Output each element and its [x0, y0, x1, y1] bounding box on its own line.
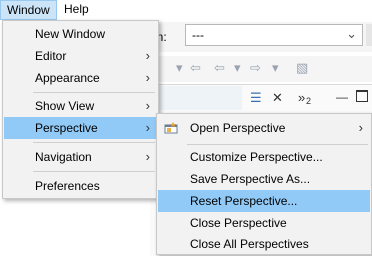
perspective-submenu: Open Perspective › Customize Perspective… [156, 113, 372, 255]
pin-editor-icon[interactable]: ▧ [296, 60, 308, 76]
menu-separator [33, 142, 155, 143]
chevron-right-icon: › [145, 149, 150, 164]
menu-item-label: Open Perspective [190, 121, 286, 135]
menu-item-label: Reset Perspective... [190, 194, 298, 208]
menu-item-editor[interactable]: Editor › [4, 45, 157, 67]
menu-item-label: Appearance [35, 71, 100, 85]
selection-combo[interactable]: --- ⌄ [185, 24, 363, 46]
menu-item-label: Customize Perspective... [190, 150, 323, 164]
dropdown-arrow-icon[interactable]: ▾ [176, 60, 183, 76]
hidden-views-count: 2 [306, 96, 312, 106]
menu-separator [33, 171, 155, 172]
menu-item-reset-perspective[interactable]: Reset Perspective... [158, 190, 370, 212]
toolbar-edge-button[interactable] [366, 24, 372, 46]
maximize-icon[interactable] [356, 90, 368, 102]
menu-item-close-perspective[interactable]: Close Perspective [158, 212, 370, 234]
window-menu: New Window Editor › Appearance › Show Vi… [2, 20, 159, 199]
chevron-down-icon[interactable]: ⌄ [346, 26, 357, 42]
menu-item-label: Close All Perspectives [190, 237, 309, 251]
menu-separator [33, 92, 155, 93]
menu-item-customize-perspective[interactable]: Customize Perspective... [158, 146, 370, 168]
forward-dropdown-icon[interactable]: ▾ [272, 60, 279, 76]
menu-item-label: Save Perspective As... [190, 172, 311, 186]
menu-item-appearance[interactable]: Appearance › [4, 67, 157, 89]
close-icon[interactable]: ✕ [272, 90, 283, 106]
more-views-icon[interactable]: » [298, 90, 305, 105]
menu-item-label: Navigation [35, 150, 92, 164]
chevron-right-icon: › [358, 120, 363, 135]
chevron-right-icon: › [145, 98, 150, 113]
menu-item-save-perspective-as[interactable]: Save Perspective As... [158, 168, 370, 190]
chevron-right-icon: › [145, 48, 150, 63]
menu-item-label: Preferences [35, 179, 100, 193]
menu-bar: Window Help [0, 0, 372, 20]
menu-item-label: Close Perspective [190, 216, 287, 230]
menu-item-navigation[interactable]: Navigation › [4, 146, 157, 168]
chevron-right-icon: › [145, 120, 150, 135]
menu-item-label: Show View [35, 99, 95, 113]
open-perspective-icon [164, 122, 178, 134]
outline-view-icon[interactable]: ☰ [250, 90, 262, 106]
menubar-help[interactable]: Help [58, 0, 95, 19]
menu-item-perspective[interactable]: Perspective › [4, 117, 157, 139]
menu-item-new-window[interactable]: New Window [4, 23, 157, 45]
menu-item-preferences[interactable]: Preferences [4, 175, 157, 197]
minimize-icon[interactable]: — [336, 90, 348, 104]
back-history-icon[interactable]: ⇦ [190, 60, 201, 76]
view-tab[interactable] [150, 86, 242, 110]
menu-item-close-all-perspectives[interactable]: Close All Perspectives [158, 233, 370, 255]
combo-value: --- [192, 28, 204, 42]
menu-item-show-view[interactable]: Show View › [4, 95, 157, 117]
back-dropdown-icon[interactable]: ▾ [234, 60, 241, 76]
back-arrow-icon[interactable]: ⇦ [214, 60, 225, 76]
menu-item-label: New Window [35, 27, 106, 41]
secondary-toolbar [150, 56, 372, 82]
forward-arrow-icon[interactable]: ⇨ [250, 60, 261, 76]
menu-item-label: Perspective [35, 121, 98, 135]
menubar-window[interactable]: Window [0, 0, 57, 20]
menu-item-open-perspective[interactable]: Open Perspective › [158, 117, 370, 139]
menu-separator [187, 144, 368, 145]
menu-item-label: Editor [35, 49, 67, 63]
chevron-right-icon: › [145, 70, 150, 85]
